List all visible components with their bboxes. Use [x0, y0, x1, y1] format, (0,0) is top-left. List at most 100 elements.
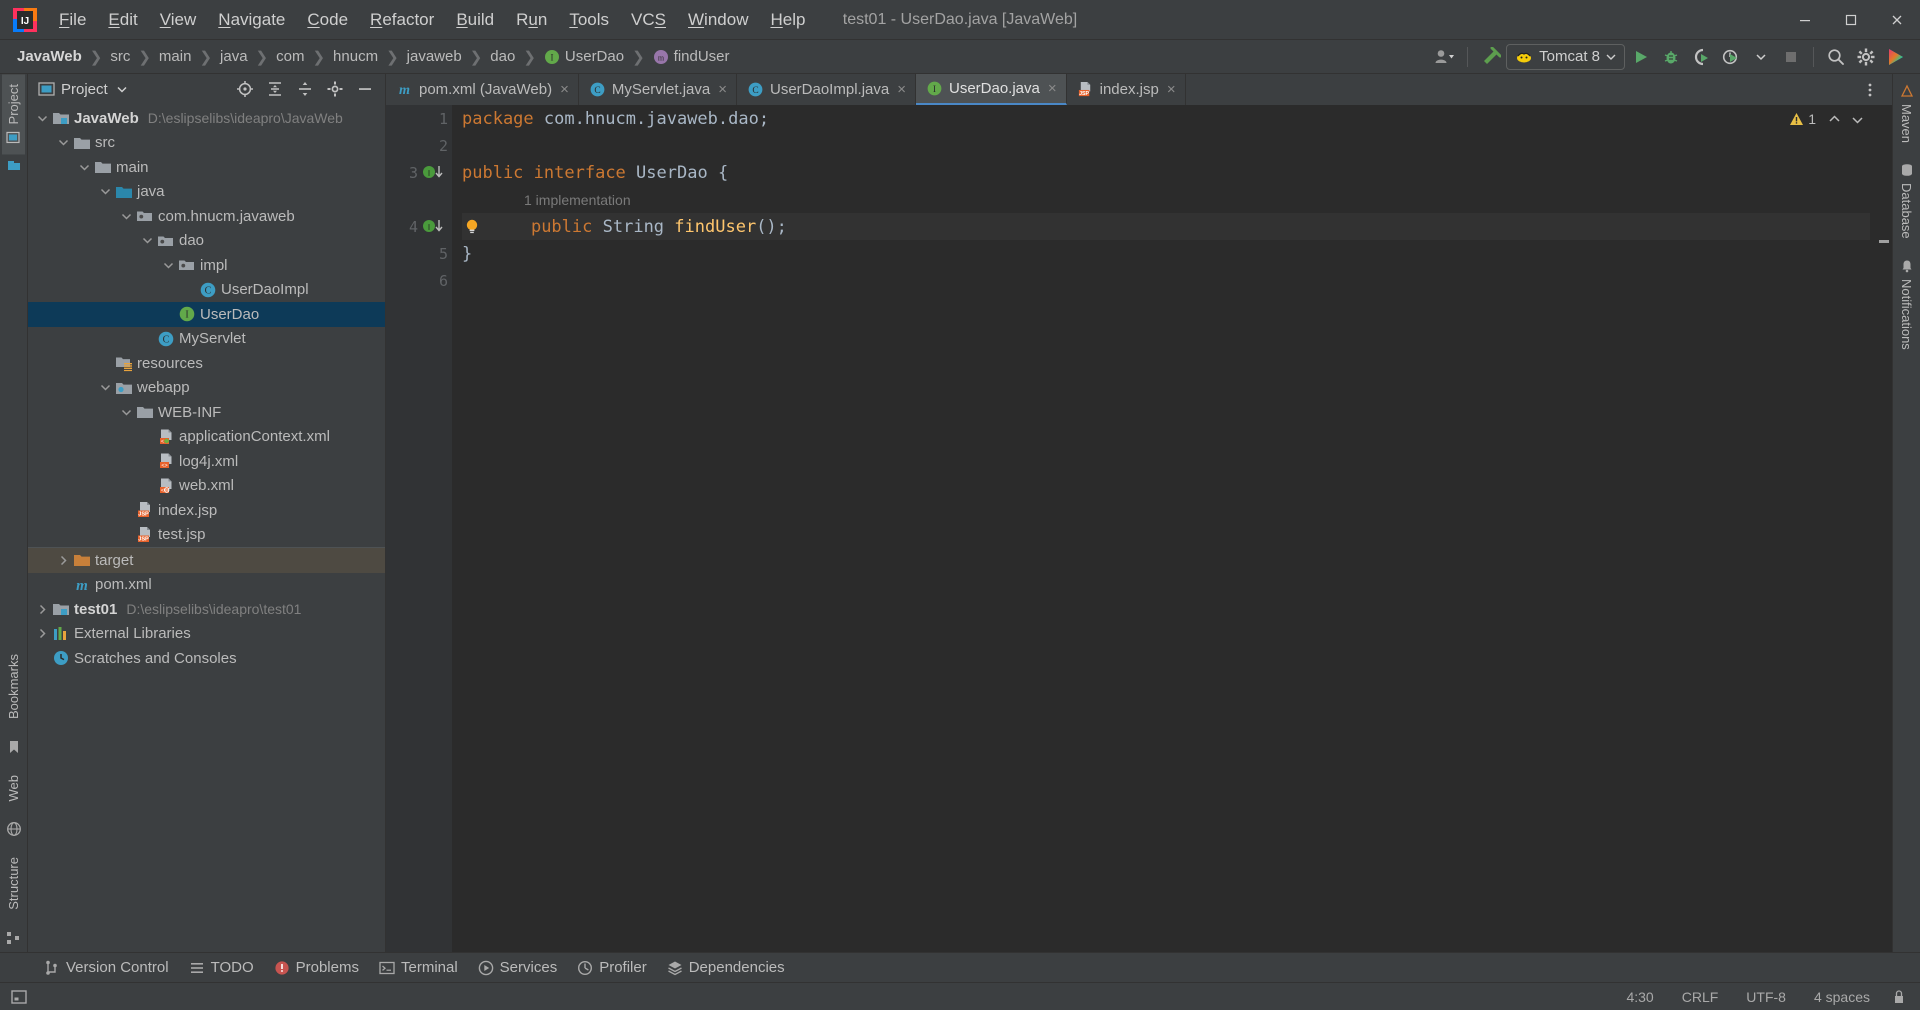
tree-node-userdaoimpl[interactable]: C UserDaoImpl — [28, 278, 385, 303]
sidebar-item-web[interactable]: Web — [2, 765, 25, 812]
bottom-tool-todo[interactable]: TODO — [179, 956, 264, 979]
web-icon[interactable] — [6, 821, 22, 837]
breadcrumb-item-java[interactable]: java — [215, 46, 253, 67]
bottom-tool-profiler[interactable]: Profiler — [567, 956, 657, 979]
tree-node-external-libraries[interactable]: External Libraries — [28, 622, 385, 647]
file-encoding[interactable]: UTF-8 — [1740, 987, 1792, 1007]
menu-item-edit[interactable]: Edit — [97, 6, 148, 34]
tree-node-com-hnucm-javaweb[interactable]: com.hnucm.javaweb — [28, 204, 385, 229]
code-editor[interactable]: 123I4I56 package com.hnucm.javaweb.dao; p… — [386, 105, 1892, 952]
chevron-down-icon[interactable] — [1747, 44, 1775, 70]
profiler-button[interactable] — [1717, 44, 1745, 70]
implemented-by-gutter-icon[interactable]: I — [422, 164, 448, 181]
code-line-2[interactable] — [462, 132, 1870, 159]
breadcrumb-item-hnucm[interactable]: hnucm — [328, 46, 383, 67]
tree-node-resources[interactable]: resources — [28, 351, 385, 376]
breadcrumb-item-dao[interactable]: dao — [485, 46, 520, 67]
intention-bulb-icon[interactable] — [462, 217, 482, 237]
implemented-by-gutter-icon[interactable]: I — [422, 218, 448, 235]
minimize-button[interactable] — [1782, 0, 1828, 40]
chevron-down-icon[interactable] — [76, 163, 93, 172]
menu-item-code[interactable]: Code — [296, 6, 359, 34]
chevron-down-icon[interactable] — [97, 187, 114, 196]
tree-node-index-jsp[interactable]: JSP index.jsp — [28, 498, 385, 523]
editor-tab-index-jsp[interactable]: JSP index.jsp × — [1067, 74, 1186, 105]
menu-item-build[interactable]: Build — [445, 6, 505, 34]
chevron-down-icon[interactable] — [118, 408, 135, 417]
expand-all-icon[interactable] — [261, 76, 289, 102]
select-opened-file-icon[interactable] — [231, 76, 259, 102]
line-separator[interactable]: CRLF — [1676, 987, 1725, 1007]
warning-stripe-marker[interactable] — [1879, 240, 1889, 243]
bottom-tool-dependencies[interactable]: Dependencies — [657, 956, 795, 979]
chevron-down-icon[interactable] — [139, 236, 156, 245]
code-line-1[interactable]: package com.hnucm.javaweb.dao; — [462, 105, 1870, 132]
breadcrumb-item-userdao[interactable]: I UserDao — [539, 46, 629, 67]
lock-icon[interactable] — [1892, 989, 1906, 1005]
tree-node-src[interactable]: src — [28, 131, 385, 156]
inlay-hint-implementations[interactable]: 1 implementation — [462, 186, 1870, 213]
editor-gutter[interactable]: 123I4I56 — [386, 105, 452, 952]
sidebar-item-notifications[interactable]: Notifications — [1895, 249, 1918, 360]
run-configuration-selector[interactable]: Tomcat 8 — [1506, 43, 1625, 70]
chevron-down-icon[interactable] — [34, 114, 51, 123]
sidebar-item-structure[interactable]: Structure — [2, 847, 25, 920]
menu-item-refactor[interactable]: Refactor — [359, 6, 445, 34]
chevron-down-icon[interactable] — [116, 85, 128, 94]
tree-node-webapp[interactable]: webapp — [28, 376, 385, 401]
tree-node-test-jsp[interactable]: JSP test.jsp — [28, 523, 385, 548]
tree-node-java[interactable]: java — [28, 180, 385, 205]
code-line-3[interactable]: public interface UserDao { — [462, 159, 1870, 186]
sidebar-item-bookmarks[interactable]: Bookmarks — [2, 644, 25, 729]
breadcrumb-item-main[interactable]: main — [154, 46, 197, 67]
bottom-tool-terminal[interactable]: Terminal — [369, 956, 468, 979]
tree-node-target[interactable]: target — [28, 548, 385, 573]
tree-node-test01[interactable]: test01 D:\eslipselibs\ideapro\test01 — [28, 597, 385, 622]
inspection-widget[interactable]: 1 — [1789, 111, 1864, 127]
menu-item-vcs[interactable]: VCS — [620, 6, 677, 34]
chevron-right-icon[interactable] — [34, 604, 51, 615]
menu-item-run[interactable]: Run — [505, 6, 558, 34]
search-icon[interactable] — [1822, 44, 1850, 70]
chevron-down-icon[interactable] — [160, 261, 177, 270]
sidebar-item-database[interactable]: Database — [1895, 153, 1918, 249]
menu-item-navigate[interactable]: Navigate — [207, 6, 296, 34]
tree-node-web-inf[interactable]: WEB-INF — [28, 400, 385, 425]
close-icon[interactable]: × — [1048, 80, 1057, 97]
menu-item-file[interactable]: File — [48, 6, 97, 34]
chevron-down-icon[interactable] — [55, 138, 72, 147]
hide-icon[interactable] — [351, 76, 379, 102]
event-log-icon[interactable] — [10, 988, 28, 1006]
editor-scrollbar-markers[interactable] — [1870, 105, 1892, 952]
breadcrumb-item-javaweb[interactable]: JavaWeb — [12, 46, 87, 67]
chevron-right-icon[interactable] — [55, 555, 72, 566]
user-icon[interactable] — [1431, 44, 1459, 70]
menu-item-tools[interactable]: Tools — [558, 6, 620, 34]
debug-button[interactable] — [1657, 44, 1685, 70]
project-tree[interactable]: JavaWeb D:\eslipselibs\ideapro\JavaWeb src… — [28, 104, 385, 952]
editor-code[interactable]: package com.hnucm.javaweb.dao; public int… — [452, 105, 1870, 952]
tree-node-myservlet[interactable]: C MyServlet — [28, 327, 385, 352]
editor-tab-pom-xml-javaweb-[interactable]: m pom.xml (JavaWeb) × — [386, 74, 579, 105]
bean-icon[interactable] — [6, 158, 22, 174]
menu-item-help[interactable]: Help — [759, 6, 816, 34]
tree-node-log4j-xml[interactable]: <> log4j.xml — [28, 449, 385, 474]
maximize-button[interactable] — [1828, 0, 1874, 40]
tree-node-javaweb[interactable]: JavaWeb D:\eslipselibs\ideapro\JavaWeb — [28, 106, 385, 131]
run-with-coverage-button[interactable] — [1687, 44, 1715, 70]
tree-node-scratches-and-consoles[interactable]: Scratches and Consoles — [28, 646, 385, 671]
caret-position[interactable]: 4:30 — [1620, 987, 1659, 1007]
code-line-6[interactable] — [462, 267, 1870, 294]
tree-node-web-xml[interactable]: < web.xml — [28, 474, 385, 499]
collapse-all-icon[interactable] — [291, 76, 319, 102]
tree-node-dao[interactable]: dao — [28, 229, 385, 254]
structure-icon[interactable] — [6, 930, 22, 946]
editor-tab-myservlet-java[interactable]: C MyServlet.java × — [579, 74, 737, 105]
close-icon[interactable]: × — [1167, 81, 1176, 98]
bookmark-icon[interactable] — [7, 739, 21, 755]
code-line-4[interactable]: public String findUser (); — [462, 213, 1870, 240]
bottom-tool-services[interactable]: Services — [468, 956, 568, 979]
menu-item-view[interactable]: View — [149, 6, 208, 34]
settings-gear-icon[interactable] — [321, 76, 349, 102]
tree-node-main[interactable]: main — [28, 155, 385, 180]
